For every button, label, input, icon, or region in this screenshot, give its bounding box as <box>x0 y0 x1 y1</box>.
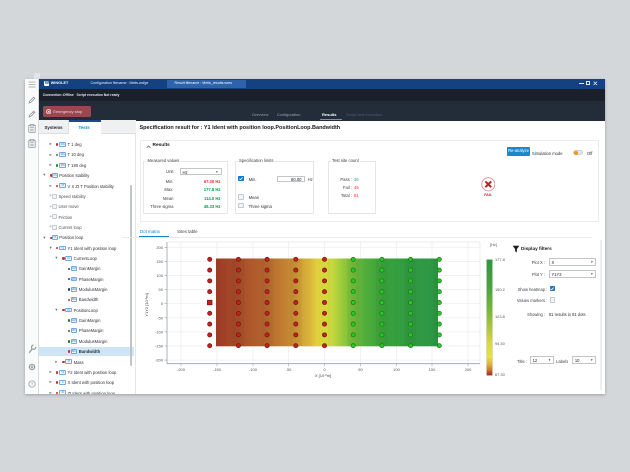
svg-text:0: 0 <box>161 301 164 306</box>
svg-text:X [10-3m]: X [10-3m] <box>315 373 331 378</box>
svg-text:0: 0 <box>323 367 326 372</box>
svg-text:?: ? <box>31 382 34 387</box>
svg-text:150: 150 <box>429 367 436 372</box>
svg-text:-100: -100 <box>249 367 258 372</box>
svg-text:-50: -50 <box>157 315 164 320</box>
svg-text:-50: -50 <box>286 367 293 372</box>
svg-text:200: 200 <box>465 367 472 372</box>
svg-text:200: 200 <box>156 245 163 250</box>
svg-text:150: 150 <box>156 259 163 264</box>
svg-text:100: 100 <box>393 367 400 372</box>
svg-text:100: 100 <box>156 273 163 278</box>
svg-text:-100: -100 <box>155 329 164 334</box>
svg-text:-200: -200 <box>177 367 186 372</box>
svg-text:-200: -200 <box>155 358 164 363</box>
svg-text:50: 50 <box>159 287 164 292</box>
svg-text:50: 50 <box>358 367 363 372</box>
svg-text:Y1Y2 [10-3m]: Y1Y2 [10-3m] <box>144 293 149 316</box>
svg-text:-150: -150 <box>213 367 222 372</box>
svg-text:-150: -150 <box>155 344 164 349</box>
